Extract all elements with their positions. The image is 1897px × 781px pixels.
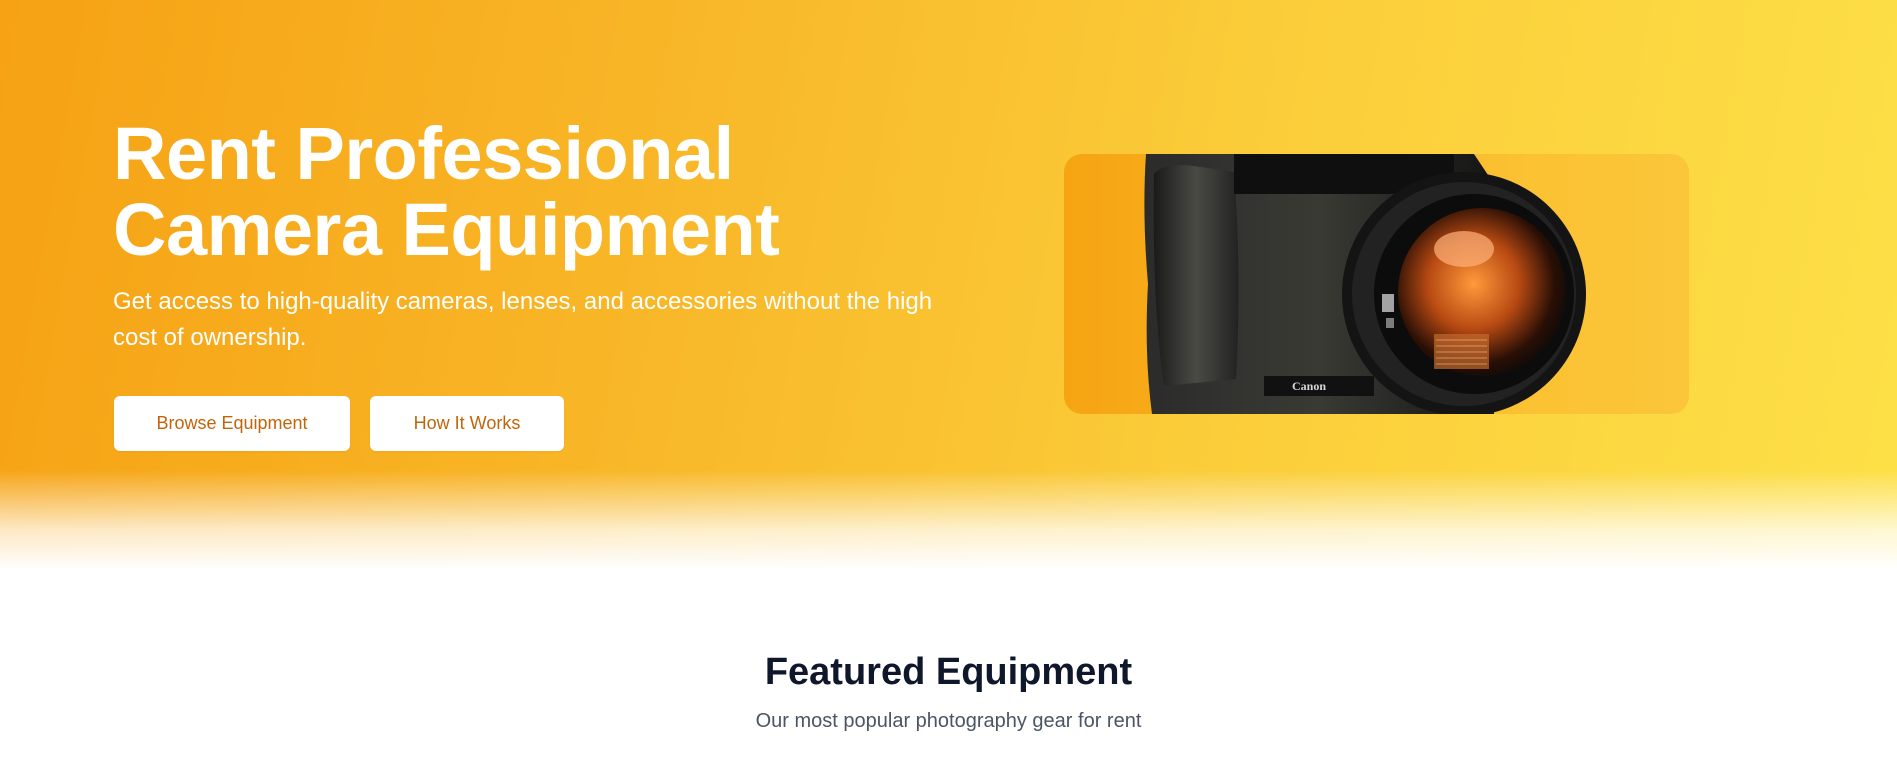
hero-bottom-fade — [0, 470, 1897, 570]
hero-subtitle: Get access to high-quality cameras, lens… — [113, 288, 933, 351]
hero-title-line-2: Camera Equipment — [113, 188, 780, 271]
camera-brand-text: Canon — [1292, 379, 1326, 393]
browse-equipment-button[interactable]: Browse Equipment — [114, 396, 350, 451]
hero-title: Rent Professional Camera Equipment — [113, 116, 973, 268]
camera-illustration: Canon — [1144, 154, 1586, 414]
hero-title-line-1: Rent Professional — [113, 112, 734, 195]
featured-equipment-title: Featured Equipment — [764, 651, 1133, 693]
page: Rent Professional Camera Equipment Get a… — [0, 0, 1897, 781]
featured-equipment-subtitle: Our most popular photography gear for re… — [755, 710, 1142, 732]
how-it-works-button[interactable]: How It Works — [370, 396, 564, 451]
hero-camera-image: Canon — [1064, 154, 1689, 414]
